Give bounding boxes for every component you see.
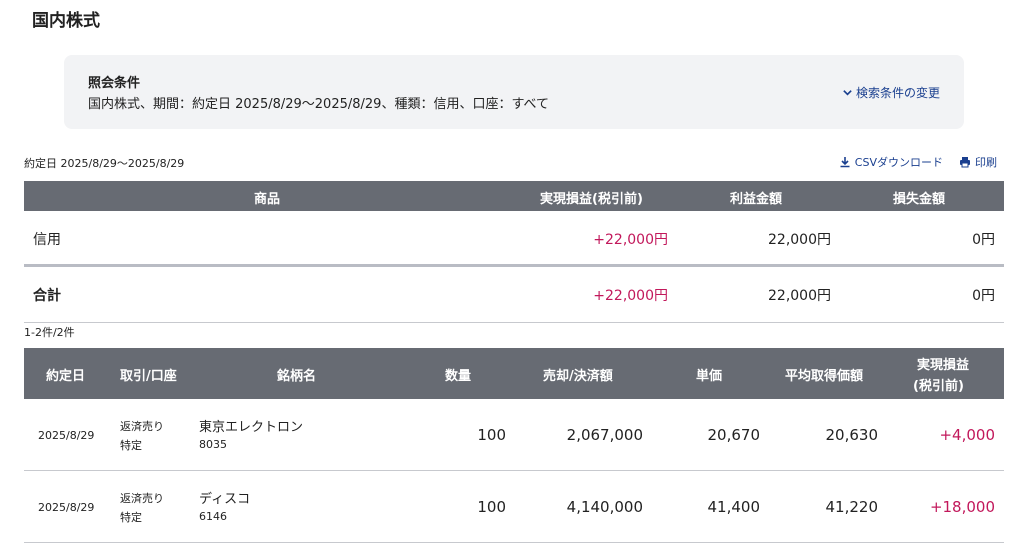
- stock-code: 6146: [199, 510, 227, 523]
- header-avg-cost: 平均取得価額: [785, 369, 864, 384]
- download-icon: [840, 157, 850, 168]
- conditions-title: 照会条件: [88, 76, 141, 91]
- summary-table-header: 商品 実現損益(税引前) 利益金額 損失金額: [24, 181, 1004, 211]
- print-label: 印刷: [975, 156, 997, 169]
- unit-price: 20,670: [707, 426, 761, 444]
- search-conditions-panel: 照会条件 国内株式、期間：約定日 2025/8/29〜2025/8/29、種類：…: [64, 55, 964, 129]
- unit-price: 41,400: [707, 498, 761, 516]
- avg-cost: 20,630: [825, 426, 879, 444]
- realized-pl: +18,000: [929, 498, 995, 516]
- summary-loss: 0円: [972, 232, 995, 248]
- trade-date: 2025/8/29: [38, 429, 95, 442]
- stock-code: 8035: [199, 438, 227, 451]
- total-profit: 22,000円: [768, 288, 831, 304]
- total-loss: 0円: [972, 288, 995, 304]
- header-profit: 利益金額: [730, 192, 783, 207]
- header-unit-price: 単価: [696, 369, 723, 384]
- header-trade-date: 約定日: [46, 369, 86, 384]
- change-conditions-link[interactable]: 検索条件の変更: [842, 84, 940, 101]
- header-realized-pl: 実現損益: [917, 358, 970, 373]
- trade-date: 2025/8/29: [38, 501, 95, 514]
- settlement-amount: 4,140,000: [566, 498, 643, 516]
- summary-realized: +22,000円: [593, 232, 668, 248]
- summary-row-total: 合計 +22,000円 22,000円 0円: [24, 270, 1004, 323]
- stock-name: 東京エレクトロン: [199, 420, 304, 435]
- header-trade-account: 取引/口座: [120, 369, 177, 384]
- period-label: 約定日 2025/8/29〜2025/8/29: [24, 157, 185, 170]
- header-stock-name: 銘柄名: [277, 369, 317, 384]
- header-loss: 損失金額: [893, 192, 946, 207]
- header-realized-pl: 実現損益(税引前): [540, 192, 643, 207]
- detail-table-header: 約定日 取引/口座 銘柄名 数量 売却/決済額 単価 平均取得価額 実現損益 (…: [24, 348, 1004, 399]
- stock-name: ディスコ: [199, 492, 251, 507]
- csv-download-label: CSVダウンロード: [854, 156, 943, 169]
- summary-product: 信用: [33, 232, 61, 248]
- result-count: 1-2件/2件: [24, 326, 75, 339]
- header-product: 商品: [254, 192, 281, 207]
- realized-pl: +4,000: [939, 426, 995, 444]
- header-pre-tax: (税引前): [913, 379, 964, 394]
- trade-type: 返済売り: [120, 420, 164, 433]
- table-row: 2025/8/29 返済売り 特定 ディスコ 6146 100 4,140,00…: [24, 471, 1004, 543]
- total-label: 合計: [33, 288, 61, 304]
- quantity: 100: [477, 498, 506, 516]
- header-settlement-amount: 売却/決済額: [543, 369, 613, 384]
- chevron-down-icon: [843, 90, 852, 96]
- change-conditions-label: 検索条件の変更: [855, 86, 940, 100]
- printer-icon: [960, 157, 970, 168]
- header-quantity: 数量: [445, 369, 472, 384]
- csv-download-link[interactable]: CSVダウンロード: [839, 154, 943, 170]
- total-realized: +22,000円: [593, 288, 668, 304]
- page-title: 国内株式: [32, 11, 100, 31]
- trade-type: 返済売り: [120, 492, 164, 505]
- print-link[interactable]: 印刷: [959, 154, 997, 170]
- summary-profit: 22,000円: [768, 232, 831, 248]
- account-type: 特定: [120, 439, 142, 452]
- table-row: 2025/8/29 返済売り 特定 東京エレクトロン 8035 100 2,06…: [24, 399, 1004, 471]
- account-type: 特定: [120, 511, 142, 524]
- toolbar-links: CSVダウンロード 印刷: [839, 154, 997, 170]
- settlement-amount: 2,067,000: [566, 426, 643, 444]
- quantity: 100: [477, 426, 506, 444]
- avg-cost: 41,220: [825, 498, 879, 516]
- conditions-text: 国内株式、期間：約定日 2025/8/29〜2025/8/29、種類：信用、口座…: [88, 97, 550, 112]
- summary-row-credit: 信用 +22,000円 22,000円 0円: [24, 211, 1004, 267]
